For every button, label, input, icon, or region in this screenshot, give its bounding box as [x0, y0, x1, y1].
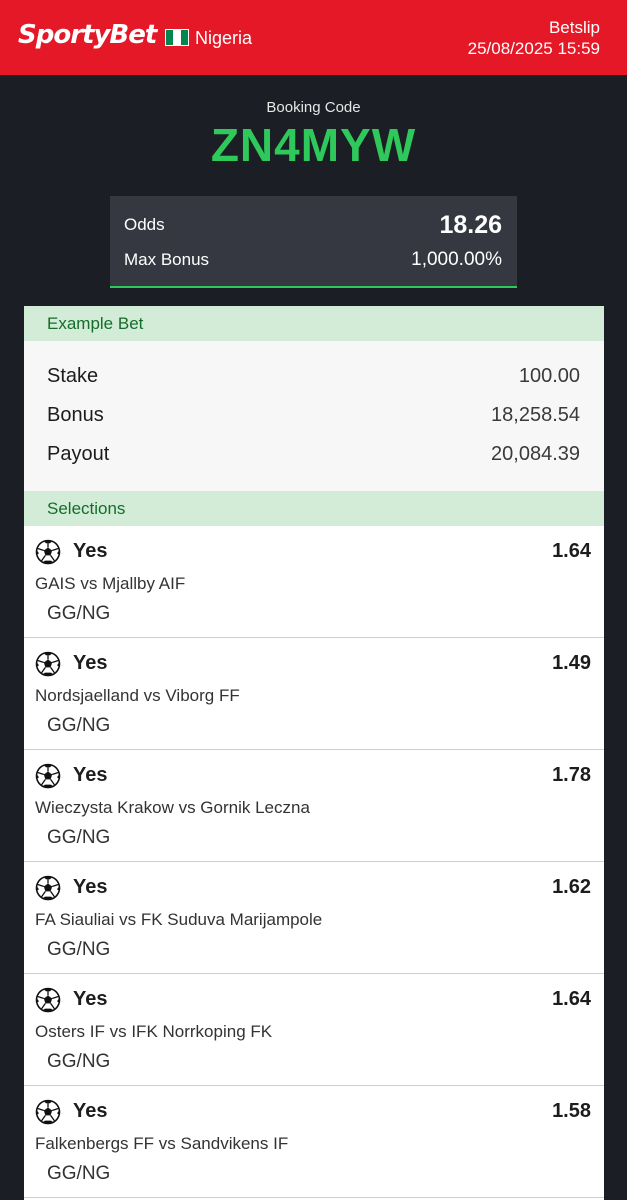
selection-odds: 1.49 [552, 652, 591, 674]
soccer-ball-icon [35, 987, 61, 1013]
selections-header: Selections [24, 491, 604, 526]
max-bonus-label: Max Bonus [124, 250, 210, 269]
section-title: Betslip [548, 18, 600, 37]
odds-summary: Odds 18.26 Max Bonus 1,000.00% [110, 196, 517, 288]
betslip-info: Betslip 25/08/2025 15:59 [468, 17, 600, 59]
payout-value: 20,084.39 [491, 443, 580, 465]
stake-row: Stake 100.00 [47, 365, 580, 388]
odds-label: Odds [124, 215, 165, 234]
odds-value: 18.26 [439, 210, 502, 239]
example-bet-header: Example Bet [24, 306, 604, 341]
bonus-label: Bonus [47, 404, 104, 426]
selection-market: GG/NG [47, 603, 111, 624]
selection-item[interactable]: Yes 1.62 FA Siauliai vs FK Suduva Marija… [24, 862, 604, 974]
soccer-ball-icon [35, 539, 61, 565]
nigeria-flag-icon [165, 29, 189, 46]
selection-match: FA Siauliai vs FK Suduva Marijampole [35, 910, 323, 929]
selection-pick: Yes [73, 876, 108, 898]
selection-market: GG/NG [47, 827, 111, 848]
selection-item[interactable]: Yes 1.49 Nordsjaelland vs Viborg FF GG/N… [24, 638, 604, 750]
selection-market: GG/NG [47, 1163, 111, 1184]
max-bonus-value: 1,000.00% [411, 249, 502, 270]
soccer-ball-icon [35, 763, 61, 789]
bonus-row: Bonus 18,258.54 [47, 404, 580, 427]
selection-odds: 1.78 [552, 764, 591, 786]
bonus-value: 18,258.54 [491, 404, 580, 426]
selection-pick: Yes [73, 652, 108, 674]
selection-item[interactable]: Yes 1.64 Osters IF vs IFK Norrkoping FK … [24, 974, 604, 1086]
selection-market: GG/NG [47, 939, 111, 960]
soccer-ball-icon [35, 875, 61, 901]
total-odds-row: Odds 18.26 [124, 208, 502, 242]
timestamp: 25/08/2025 15:59 [467, 39, 600, 58]
stake-label: Stake [47, 365, 99, 387]
selection-pick: Yes [73, 540, 108, 562]
selection-item[interactable]: Yes 1.58 Falkenbergs FF vs Sandvikens IF… [24, 1086, 604, 1198]
selection-odds: 1.58 [552, 1100, 591, 1122]
selection-match: Osters IF vs IFK Norrkoping FK [35, 1022, 273, 1041]
booking-code-label: Booking Code [266, 99, 361, 116]
selection-odds: 1.64 [552, 540, 591, 562]
example-bet-details: Stake 100.00 Bonus 18,258.54 Payout 20,0… [24, 341, 604, 491]
top-bar: SportyBet Nigeria Betslip 25/08/2025 15:… [0, 0, 627, 75]
selection-market: GG/NG [47, 715, 111, 736]
booking-code[interactable]: ZN4MYW [0, 118, 627, 172]
selection-match: Wieczysta Krakow vs Gornik Leczna [35, 798, 310, 817]
stake-value: 100.00 [518, 365, 580, 387]
payout-row: Payout 20,084.39 [47, 443, 580, 466]
selection-pick: Yes [73, 988, 108, 1010]
soccer-ball-icon [35, 651, 61, 677]
selection-match: Falkenbergs FF vs Sandvikens IF [35, 1134, 289, 1153]
selection-match: GAIS vs Mjallby AIF [35, 574, 186, 593]
max-bonus-row: Max Bonus 1,000.00% [124, 246, 502, 274]
selection-item[interactable]: Yes 1.78 Wieczysta Krakow vs Gornik Lecz… [24, 750, 604, 862]
selection-match: Nordsjaelland vs Viborg FF [35, 686, 240, 705]
selection-pick: Yes [73, 764, 108, 786]
selection-market: GG/NG [47, 1051, 111, 1072]
selection-item[interactable]: Yes 1.64 GAIS vs Mjallby AIF GG/NG [24, 526, 604, 638]
country-label: Nigeria [195, 28, 253, 48]
payout-label: Payout [47, 443, 110, 465]
selection-odds: 1.64 [552, 988, 591, 1010]
selection-odds: 1.62 [552, 876, 591, 898]
betslip-panel: Example Bet Stake 100.00 Bonus 18,258.54… [24, 306, 604, 1200]
brand-logo[interactable]: SportyBet [18, 20, 157, 50]
selection-pick: Yes [73, 1100, 108, 1122]
soccer-ball-icon [35, 1099, 61, 1125]
